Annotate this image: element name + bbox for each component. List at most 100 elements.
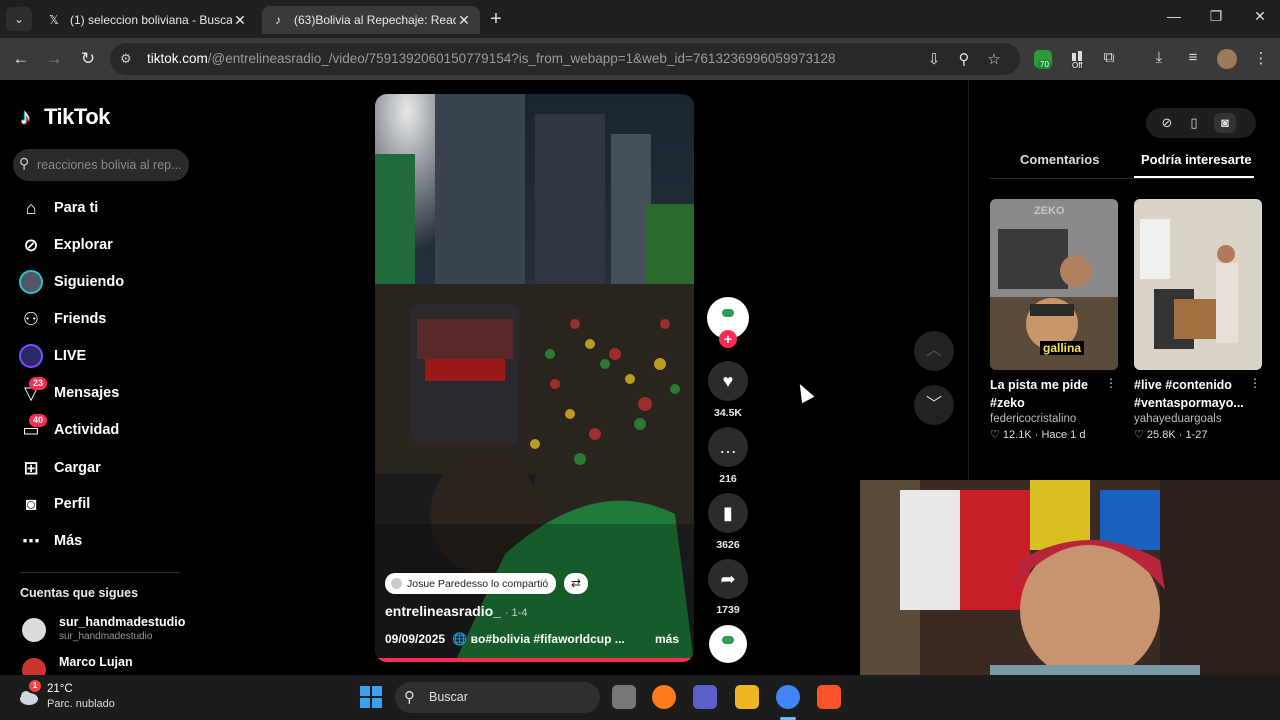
- tiktok-logo[interactable]: ♪ TikTok: [20, 104, 110, 130]
- live-icon: [18, 343, 44, 369]
- address-bar[interactable]: ⚙ tiktok.com/@entrelineasradio_/video/75…: [110, 43, 1020, 75]
- more-link[interactable]: más: [655, 632, 679, 646]
- following-avatar-icon: [18, 269, 44, 295]
- video-progress-bar[interactable]: [375, 658, 694, 662]
- close-tab-icon[interactable]: ✕: [232, 12, 248, 29]
- search-input[interactable]: [37, 149, 185, 181]
- reload-button[interactable]: ↻: [77, 48, 99, 70]
- divider: [20, 572, 180, 573]
- search-label: Buscar: [429, 690, 468, 704]
- nav-label: Explorar: [54, 237, 113, 253]
- card-author[interactable]: federicocristalino: [990, 413, 1118, 425]
- x-logo-icon: 𝕏: [49, 13, 59, 27]
- profile-card-icon[interactable]: ◙: [1214, 113, 1236, 133]
- chevron-down-icon[interactable]: ﹀: [914, 385, 954, 425]
- card-thumbnail[interactable]: [1134, 199, 1262, 370]
- tab-title: (1) seleccion boliviana - Buscar: [70, 13, 232, 27]
- recommendation-card[interactable]: ZEKO gallina La pista me pide #zeko ⋮ fe…: [990, 199, 1118, 441]
- extension-off-badge: Off: [1071, 61, 1084, 70]
- nav-mas[interactable]: ⋯ Más: [18, 526, 188, 556]
- video-author[interactable]: entrelineasradio_ · 1-4: [385, 603, 527, 619]
- tab-comentarios[interactable]: Comentarios: [1020, 152, 1099, 167]
- task-view-icon[interactable]: [612, 685, 636, 709]
- taskbar-search[interactable]: ⚲ Buscar: [395, 682, 600, 713]
- site-info-icon[interactable]: ⚙: [120, 51, 132, 67]
- tiktok-note-icon: ♪: [20, 104, 31, 129]
- compass-icon[interactable]: ⊘: [1156, 113, 1178, 133]
- nav-friends[interactable]: ⚇ Friends: [18, 304, 188, 334]
- followed-account[interactable]: Marco Lujan: [22, 653, 192, 675]
- teams-icon[interactable]: [693, 685, 717, 709]
- minimize-button[interactable]: —: [1164, 8, 1184, 24]
- author-name: entrelineasradio_: [385, 603, 501, 619]
- profile-avatar[interactable]: [1217, 49, 1237, 69]
- browser-tab-tiktok[interactable]: ♪ (63)Bolivia al Repechaje: Reacció ✕: [262, 6, 480, 34]
- more-options-icon[interactable]: ⋮: [1105, 376, 1117, 390]
- bookmark-icon[interactable]: ▮: [708, 493, 748, 533]
- zoom-icon[interactable]: ⚲: [954, 50, 974, 68]
- install-app-icon[interactable]: ⇩: [924, 50, 944, 68]
- recommendation-card[interactable]: #live #contenido #ventaspormayo... ⋮ yah…: [1134, 199, 1262, 441]
- nav-label: Perfil: [54, 496, 91, 512]
- activity-icon: ▭ 40: [18, 414, 48, 443]
- new-tab-button[interactable]: +: [486, 8, 506, 30]
- nav-label: Siguiendo: [54, 274, 125, 290]
- more-options-icon[interactable]: ⋮: [1249, 376, 1261, 390]
- nav-explorar[interactable]: ⊘ Explorar: [18, 230, 188, 260]
- chrome-menu-icon[interactable]: ⋮: [1250, 49, 1272, 67]
- card-author[interactable]: yahayeduargoals: [1134, 413, 1262, 425]
- close-window-button[interactable]: ✕: [1250, 8, 1270, 25]
- weather-badge: 1: [29, 680, 41, 692]
- weather-temperature[interactable]: 21°C: [47, 683, 73, 695]
- windows-start-icon[interactable]: [360, 686, 382, 708]
- file-explorer-icon[interactable]: [735, 685, 759, 709]
- brave-icon[interactable]: [817, 685, 841, 709]
- tab-title: (63)Bolivia al Repechaje: Reacció: [294, 13, 456, 27]
- shared-by-chip[interactable]: Josue Paredesso lo compartió: [385, 573, 557, 594]
- author-meta: · 1-4: [504, 607, 528, 619]
- search-box[interactable]: ⚲: [13, 149, 189, 181]
- avatar: [22, 658, 46, 675]
- phone-icon[interactable]: ▯: [1183, 113, 1205, 133]
- thumbnail-watermark: ZEKO: [1034, 205, 1065, 217]
- weather-condition[interactable]: Parc. nublado: [47, 698, 115, 710]
- thumbnail-caption: gallina: [1040, 341, 1085, 355]
- nav-live[interactable]: LIVE: [18, 341, 188, 371]
- comment-icon[interactable]: …: [708, 427, 748, 467]
- tab-podria-interesarte[interactable]: Podría interesarte: [1141, 152, 1252, 167]
- nav-cargar[interactable]: ⊞ Cargar: [18, 453, 188, 483]
- tab-search-button[interactable]: ⌄: [6, 7, 32, 31]
- followed-account[interactable]: sur_handmadestudio sur_handmadestudio: [22, 613, 192, 647]
- follow-plus-icon[interactable]: +: [719, 330, 737, 348]
- like-heart-icon[interactable]: ♥: [708, 361, 748, 401]
- bookmark-star-icon[interactable]: ☆: [984, 50, 1004, 68]
- card-meta: ♡ 25.8K · 1-27: [1134, 429, 1208, 441]
- card-thumbnail[interactable]: ZEKO gallina: [990, 199, 1118, 370]
- extensions-puzzle-icon[interactable]: ⧉: [1098, 49, 1120, 66]
- firefox-icon[interactable]: [652, 685, 676, 709]
- music-disc-icon[interactable]: [709, 625, 747, 663]
- chevron-up-icon[interactable]: ︿: [914, 331, 954, 371]
- share-arrow-icon[interactable]: ➦: [708, 559, 748, 599]
- video-description: 09/09/2025 🌐 ʙᴏ#bolivia #fifaworldcup ..…: [385, 632, 685, 646]
- video-player[interactable]: Josue Paredesso lo compartió ⇄ entreline…: [375, 94, 694, 662]
- nav-perfil[interactable]: ◙ Perfil: [18, 489, 188, 519]
- downloads-icon[interactable]: ⤓: [1148, 49, 1170, 66]
- nav-actividad[interactable]: ▭ 40 Actividad: [18, 414, 188, 445]
- nav-label: LIVE: [54, 348, 87, 364]
- nav-mensajes[interactable]: ▽ 23 Mensajes: [18, 377, 188, 408]
- like-count: 34.5K: [713, 407, 743, 419]
- chrome-icon[interactable]: [776, 685, 800, 709]
- forward-button[interactable]: →: [43, 48, 65, 70]
- browser-tab-x[interactable]: 𝕏 (1) seleccion boliviana - Buscar ✕: [38, 6, 256, 34]
- restore-button[interactable]: ❐: [1206, 8, 1226, 25]
- url-text[interactable]: tiktok.com/@entrelineasradio_/video/7591…: [147, 51, 836, 66]
- nav-siguiendo[interactable]: Siguiendo: [18, 267, 188, 297]
- back-button[interactable]: ←: [10, 48, 32, 70]
- extension-badge: 70: [1038, 60, 1051, 69]
- close-tab-icon[interactable]: ✕: [456, 12, 472, 29]
- repost-icon[interactable]: ⇄: [564, 573, 588, 594]
- account-name: Marco Lujan: [59, 655, 133, 669]
- nav-para-ti[interactable]: ⌂ Para ti: [18, 193, 188, 223]
- media-controls-icon[interactable]: ≡: [1182, 49, 1204, 66]
